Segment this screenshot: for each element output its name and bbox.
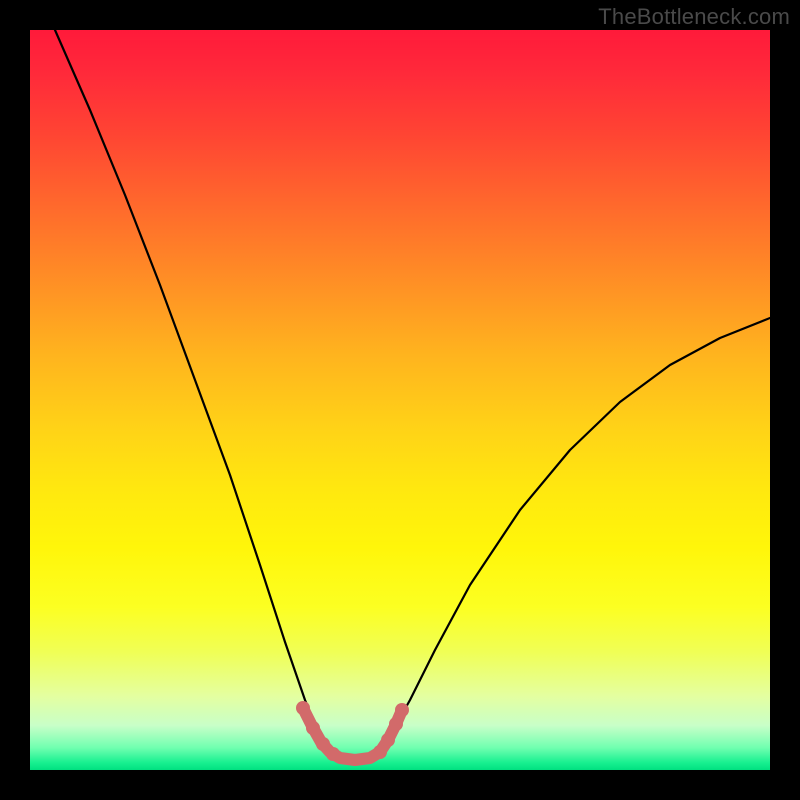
highlight-marker [381,733,395,747]
highlight-marker [395,703,409,717]
highlight-marker [296,701,310,715]
highlight-marker [306,721,320,735]
highlight-marker [389,717,403,731]
highlight-marker [373,745,387,759]
curve-svg [30,30,770,770]
chart-frame: TheBottleneck.com [0,0,800,800]
highlight-marker [316,737,330,751]
watermark-text: TheBottleneck.com [598,4,790,30]
bottleneck-curve-path [55,30,770,760]
plot-area [30,30,770,770]
highlight-marker [326,747,340,761]
